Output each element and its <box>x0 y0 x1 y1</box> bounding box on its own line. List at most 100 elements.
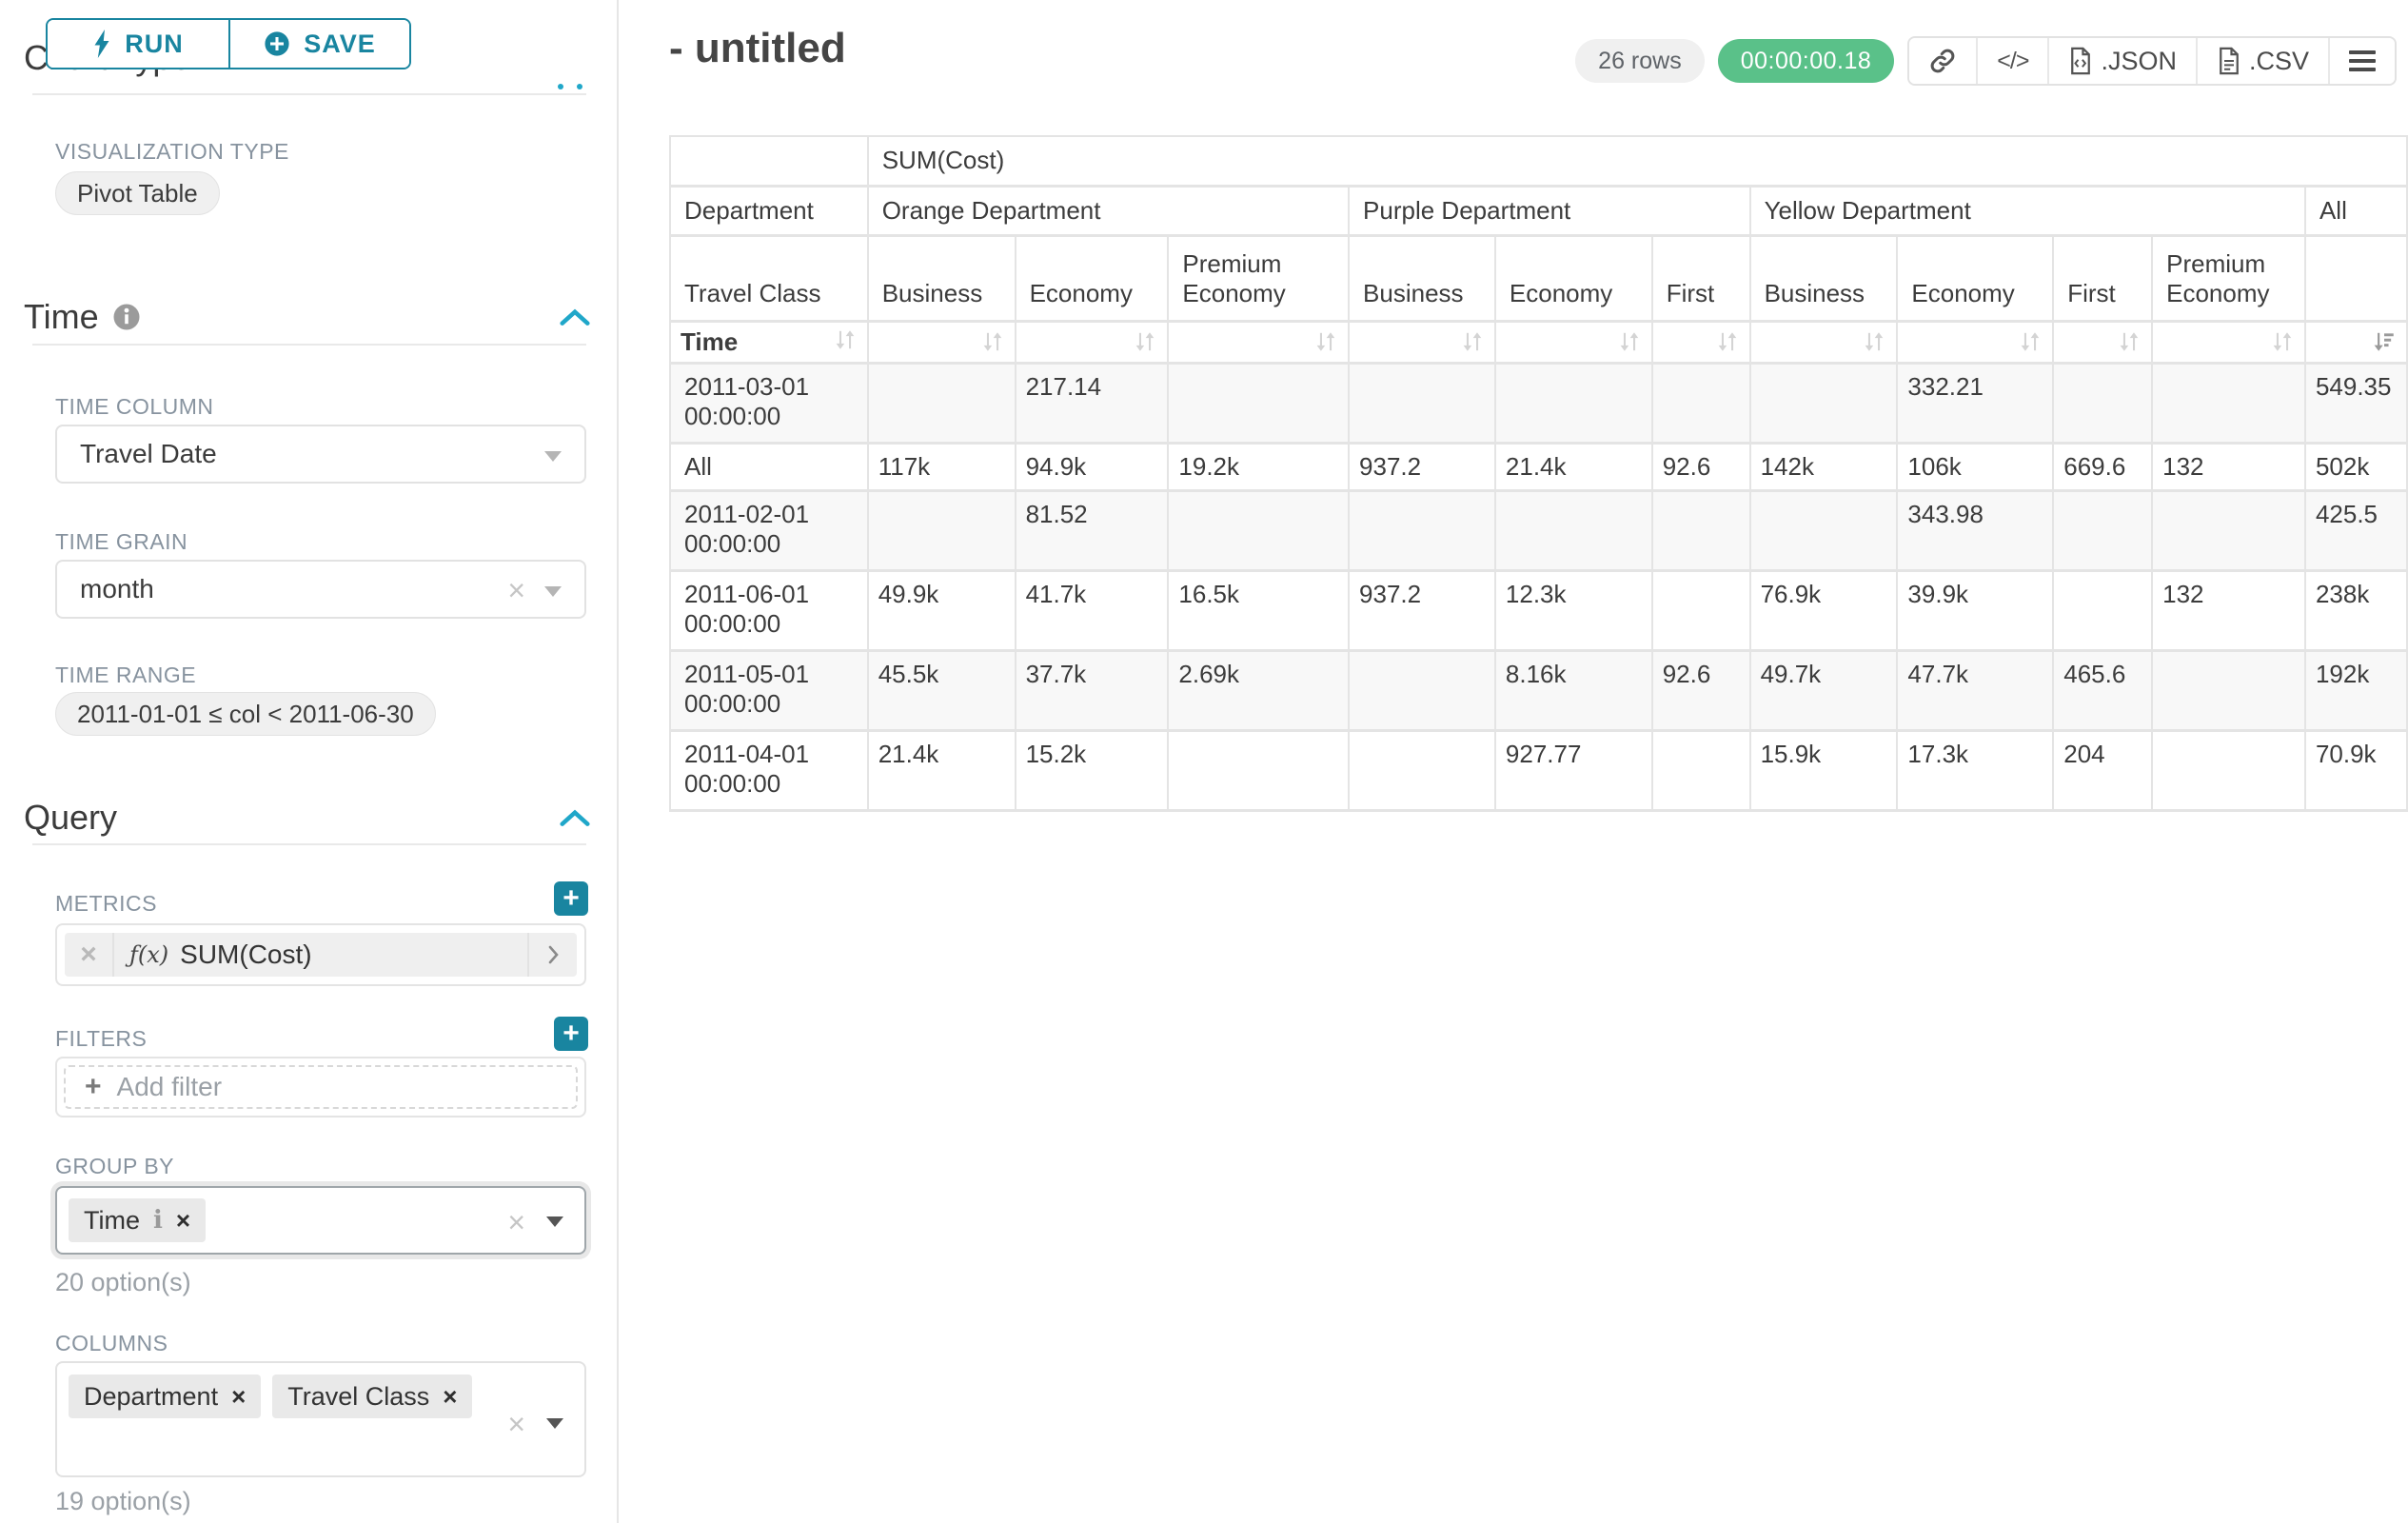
run-button[interactable]: RUN <box>48 20 228 68</box>
dimension-tag[interactable]: Travel Class× <box>272 1375 472 1418</box>
pivot-cell: 217.14 <box>1016 363 1169 443</box>
pivot-travel-class-header <box>2305 235 2407 321</box>
divider <box>32 344 586 346</box>
chevron-right-icon[interactable] <box>527 933 577 977</box>
pivot-cell: 94.9k <box>1016 443 1169 490</box>
chevron-up-icon[interactable] <box>560 307 590 326</box>
group-by-option-count: 20 option(s) <box>55 1268 191 1297</box>
export-json-button[interactable]: .JSON <box>2047 38 2196 84</box>
remove-tag-icon[interactable]: × <box>176 1206 190 1236</box>
save-button[interactable]: SAVE <box>228 20 409 68</box>
time-range-value-pill[interactable]: 2011-01-01 ≤ col < 2011-06-30 <box>55 692 436 736</box>
run-label: RUN <box>125 30 184 59</box>
sort-icon[interactable] <box>1460 329 1485 354</box>
pivot-column-sort-header[interactable] <box>1897 321 2053 363</box>
pivot-time-sort-header[interactable]: Time <box>670 321 868 363</box>
chevron-up-icon[interactable] <box>558 84 582 89</box>
columns-label: COLUMNS <box>55 1331 168 1356</box>
menu-button[interactable] <box>2328 38 2395 84</box>
pivot-row-label: 2011-03-01 00:00:00 <box>670 363 868 443</box>
sort-icon[interactable] <box>1313 329 1338 354</box>
pivot-column-sort-header[interactable] <box>1168 321 1349 363</box>
view-query-button[interactable]: </> <box>1976 38 2047 84</box>
sort-icon[interactable] <box>1862 329 1886 354</box>
viz-type-value-pill[interactable]: Pivot Table <box>55 171 220 215</box>
pivot-department-header: Yellow Department <box>1750 186 2305 235</box>
sort-icon[interactable] <box>2117 329 2142 354</box>
columns-select[interactable]: Department× Travel Class× × <box>55 1361 586 1477</box>
metric-pill[interactable]: × ƒ(x) SUM(Cost) <box>65 933 577 977</box>
json-label: .JSON <box>2101 47 2177 76</box>
share-link-button[interactable] <box>1909 38 1976 84</box>
pivot-column-sort-header[interactable] <box>2305 321 2407 363</box>
sort-icon[interactable] <box>1617 329 1642 354</box>
pivot-row: 2011-06-01 00:00:0049.9k41.7k16.5k937.21… <box>670 570 2407 650</box>
query-section-title: Query <box>24 798 117 838</box>
sort-icon[interactable] <box>2270 329 2295 354</box>
chart-title[interactable]: - untitled <box>669 25 846 72</box>
pivot-cell: 132 <box>2152 570 2305 650</box>
time-section-header[interactable]: Time <box>24 297 590 337</box>
add-filter-dropzone[interactable]: + Add filter <box>64 1065 578 1109</box>
pivot-cell <box>1495 363 1652 443</box>
pivot-cell <box>1652 570 1750 650</box>
pivot-cell <box>1652 730 1750 810</box>
add-metric-button[interactable]: + <box>554 881 588 916</box>
pivot-cell: 8.16k <box>1495 650 1652 730</box>
time-grain-select[interactable]: month × <box>55 560 586 619</box>
group-by-select[interactable]: Timei× × <box>55 1186 586 1255</box>
remove-metric-icon[interactable]: × <box>65 933 114 977</box>
plus-icon: + <box>85 1071 102 1103</box>
pivot-column-sort-header[interactable] <box>868 321 1016 363</box>
pivot-cell: 41.7k <box>1016 570 1169 650</box>
query-section-header[interactable]: Query <box>24 798 590 838</box>
pivot-cell: 15.2k <box>1016 730 1169 810</box>
pivot-column-sort-header[interactable] <box>1750 321 1898 363</box>
time-column-select[interactable]: Travel Date <box>55 425 586 484</box>
pivot-cell <box>1168 490 1349 570</box>
pivot-cell: 132 <box>2152 443 2305 490</box>
pivot-cell: 669.6 <box>2053 443 2152 490</box>
pivot-row: 2011-04-01 00:00:0021.4k15.2k927.7715.9k… <box>670 730 2407 810</box>
time-range-label: TIME RANGE <box>55 663 196 688</box>
dimension-tag[interactable]: Timei× <box>69 1198 206 1242</box>
pivot-table-container: SUM(Cost)DepartmentOrange DepartmentPurp… <box>669 135 2408 812</box>
add-filter-button[interactable]: + <box>554 1017 588 1051</box>
pivot-column-sort-header[interactable] <box>2053 321 2152 363</box>
pivot-column-sort-header[interactable] <box>2152 321 2305 363</box>
chevron-down-icon <box>544 451 562 462</box>
sort-icon[interactable] <box>980 329 1005 354</box>
sort-icon[interactable] <box>833 327 858 352</box>
dimension-tag[interactable]: Department× <box>69 1375 261 1418</box>
pivot-row: 2011-05-01 00:00:0045.5k37.7k2.69k8.16k9… <box>670 650 2407 730</box>
chevron-up-icon[interactable] <box>560 808 590 827</box>
sort-icon[interactable] <box>1715 329 1740 354</box>
remove-tag-icon[interactable]: × <box>231 1382 246 1412</box>
time-column-label: TIME COLUMN <box>55 394 214 420</box>
pivot-column-sort-header[interactable] <box>1652 321 1750 363</box>
pivot-travel-class-header: Business <box>1750 235 1898 321</box>
sort-desc-icon[interactable] <box>2372 329 2397 354</box>
code-icon: </> <box>1997 48 2028 75</box>
run-save-button-group: RUN SAVE <box>46 18 411 69</box>
export-toolbar: </> .JSON .CSV <box>1907 36 2397 86</box>
pivot-cell: 142k <box>1750 443 1898 490</box>
clear-icon[interactable]: × <box>507 1207 525 1237</box>
pivot-cell: 937.2 <box>1349 570 1495 650</box>
file-text-icon <box>2217 47 2241 75</box>
pivot-column-sort-header[interactable] <box>1349 321 1495 363</box>
pivot-column-sort-header[interactable] <box>1495 321 1652 363</box>
menu-icon <box>2349 50 2376 71</box>
remove-tag-icon[interactable]: × <box>443 1382 457 1412</box>
pivot-cell: 238k <box>2305 570 2407 650</box>
chevron-down-icon <box>544 586 562 597</box>
sort-icon[interactable] <box>1133 329 1157 354</box>
clear-icon[interactable]: × <box>507 1409 525 1439</box>
export-csv-button[interactable]: .CSV <box>2196 38 2328 84</box>
pivot-travel-class-header: Business <box>1349 235 1495 321</box>
clear-icon[interactable]: × <box>507 575 525 605</box>
pivot-column-sort-header[interactable] <box>1016 321 1169 363</box>
sort-icon[interactable] <box>2018 329 2043 354</box>
time-row-label: Time <box>681 327 738 357</box>
save-label: SAVE <box>304 30 376 59</box>
